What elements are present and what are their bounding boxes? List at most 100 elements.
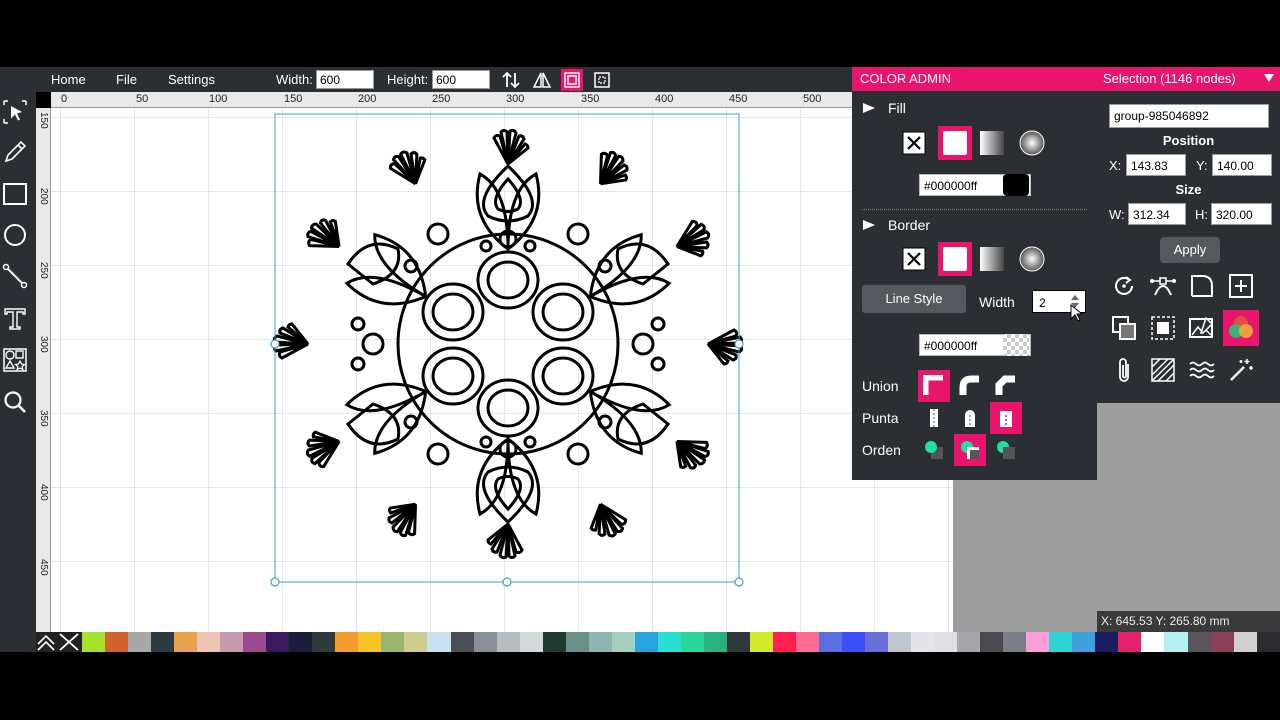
fill-solid-button[interactable] xyxy=(938,126,972,160)
attach-icon[interactable] xyxy=(1106,352,1142,388)
order-stroke-last-button[interactable] xyxy=(990,434,1022,466)
drawing-canvas[interactable] xyxy=(51,108,953,632)
palette-swatch[interactable] xyxy=(1210,632,1234,652)
menu-settings[interactable]: Settings xyxy=(168,72,215,87)
palette-swatch[interactable] xyxy=(151,632,175,652)
palette-swatch[interactable] xyxy=(911,632,935,652)
cap-butt-button[interactable] xyxy=(918,402,950,434)
border-radial-gradient-button[interactable] xyxy=(1017,244,1047,274)
palette-swatch[interactable] xyxy=(105,632,129,652)
cap-round-button[interactable] xyxy=(954,402,986,434)
palette-toggle[interactable] xyxy=(36,632,82,652)
palette-swatch[interactable] xyxy=(888,632,912,652)
doc-height-input[interactable] xyxy=(432,70,490,89)
pencil-tool-icon[interactable] xyxy=(0,137,30,167)
y-input[interactable]: 140.00 xyxy=(1212,154,1272,176)
palette-swatch[interactable] xyxy=(473,632,497,652)
fill-none-button[interactable] xyxy=(899,128,929,158)
menu-file[interactable]: File xyxy=(116,72,137,87)
palette-swatch[interactable] xyxy=(1026,632,1050,652)
palette-swatch[interactable] xyxy=(634,632,658,652)
ungroup-icon[interactable] xyxy=(1145,310,1181,346)
palette-swatch[interactable] xyxy=(1233,632,1257,652)
cap-square-button[interactable] xyxy=(990,402,1022,434)
object-name-input[interactable]: group-985046892 xyxy=(1109,104,1269,128)
border-solid-button[interactable] xyxy=(938,242,972,276)
palette-swatch[interactable] xyxy=(266,632,290,652)
palette-swatch[interactable] xyxy=(358,632,382,652)
line-tool-icon[interactable] xyxy=(0,261,30,291)
palette-swatch[interactable] xyxy=(1141,632,1165,652)
join-round-button[interactable] xyxy=(954,370,986,402)
fill-radial-gradient-button[interactable] xyxy=(1017,128,1047,158)
palette-swatch[interactable] xyxy=(542,632,566,652)
menu-home[interactable]: Home xyxy=(51,72,86,87)
palette-swatch[interactable] xyxy=(1164,632,1188,652)
palette-swatch[interactable] xyxy=(842,632,866,652)
border-color-swatch[interactable] xyxy=(1003,334,1029,356)
palette-swatch[interactable] xyxy=(611,632,635,652)
order-stroke-middle-button[interactable] xyxy=(954,434,986,466)
palette-swatch[interactable] xyxy=(980,632,1004,652)
group-icon[interactable] xyxy=(1106,310,1142,346)
palette-swatch[interactable] xyxy=(795,632,819,652)
palette-swatch[interactable] xyxy=(1072,632,1096,652)
hatch-fill-icon[interactable] xyxy=(1145,352,1181,388)
palette-swatch[interactable] xyxy=(82,632,106,652)
w-input[interactable]: 312.34 xyxy=(1128,203,1186,225)
border-expand-icon[interactable] xyxy=(862,219,876,231)
palette-swatch[interactable] xyxy=(588,632,612,652)
fit-content-icon[interactable] xyxy=(591,69,613,91)
palette-swatch[interactable] xyxy=(496,632,520,652)
color-mix-icon[interactable] xyxy=(1223,310,1259,346)
palette-swatch[interactable] xyxy=(772,632,796,652)
palette-swatch[interactable] xyxy=(680,632,704,652)
order-fill-first-button[interactable] xyxy=(918,434,950,466)
palette-swatch[interactable] xyxy=(703,632,727,652)
palette-swatch[interactable] xyxy=(749,632,773,652)
palette-swatch[interactable] xyxy=(957,632,981,652)
select-tool-icon[interactable] xyxy=(0,97,30,127)
h-input[interactable]: 320.00 xyxy=(1211,203,1272,225)
apply-button[interactable]: Apply xyxy=(1160,237,1220,263)
palette-swatch[interactable] xyxy=(243,632,267,652)
fit-page-icon[interactable] xyxy=(561,69,583,91)
palette-swatch[interactable] xyxy=(1187,632,1211,652)
doc-width-input[interactable] xyxy=(316,70,374,89)
palette-swatch[interactable] xyxy=(1049,632,1073,652)
rotate-icon[interactable] xyxy=(1106,268,1142,304)
palette-swatch[interactable] xyxy=(404,632,428,652)
palette-swatch[interactable] xyxy=(128,632,152,652)
fill-color-swatch[interactable] xyxy=(1003,174,1029,196)
palette-swatch[interactable] xyxy=(312,632,336,652)
palette-swatch[interactable] xyxy=(427,632,451,652)
line-style-button[interactable]: Line Style xyxy=(862,285,966,313)
palette-swatch[interactable] xyxy=(220,632,244,652)
zoom-tool-icon[interactable] xyxy=(0,387,30,417)
x-input[interactable]: 143.83 xyxy=(1126,154,1186,176)
palette-swatch[interactable] xyxy=(519,632,543,652)
wave-pattern-icon[interactable] xyxy=(1184,352,1220,388)
rectangle-tool-icon[interactable] xyxy=(0,179,30,209)
palette-swatch[interactable] xyxy=(1256,632,1280,652)
add-object-icon[interactable] xyxy=(1223,268,1259,304)
border-linear-gradient-button[interactable] xyxy=(977,244,1007,274)
collapse-icon[interactable] xyxy=(1263,73,1275,83)
swap-dimensions-icon[interactable] xyxy=(500,69,522,91)
palette-swatch[interactable] xyxy=(657,632,681,652)
palette-swatch[interactable] xyxy=(1003,632,1027,652)
fill-expand-icon[interactable] xyxy=(862,102,876,114)
palette-swatch[interactable] xyxy=(1118,632,1142,652)
flip-icon[interactable] xyxy=(531,69,553,91)
palette-swatch[interactable] xyxy=(289,632,313,652)
palette-swatch[interactable] xyxy=(819,632,843,652)
palette-swatch[interactable] xyxy=(934,632,958,652)
convert-path-icon[interactable] xyxy=(1184,268,1220,304)
palette-swatch[interactable] xyxy=(381,632,405,652)
palette-swatch[interactable] xyxy=(565,632,589,652)
magic-wand-icon[interactable] xyxy=(1223,352,1259,388)
palette-swatch[interactable] xyxy=(1095,632,1119,652)
node-edit-icon[interactable] xyxy=(1145,268,1181,304)
image-trace-icon[interactable] xyxy=(1184,310,1220,346)
palette-swatch[interactable] xyxy=(174,632,198,652)
